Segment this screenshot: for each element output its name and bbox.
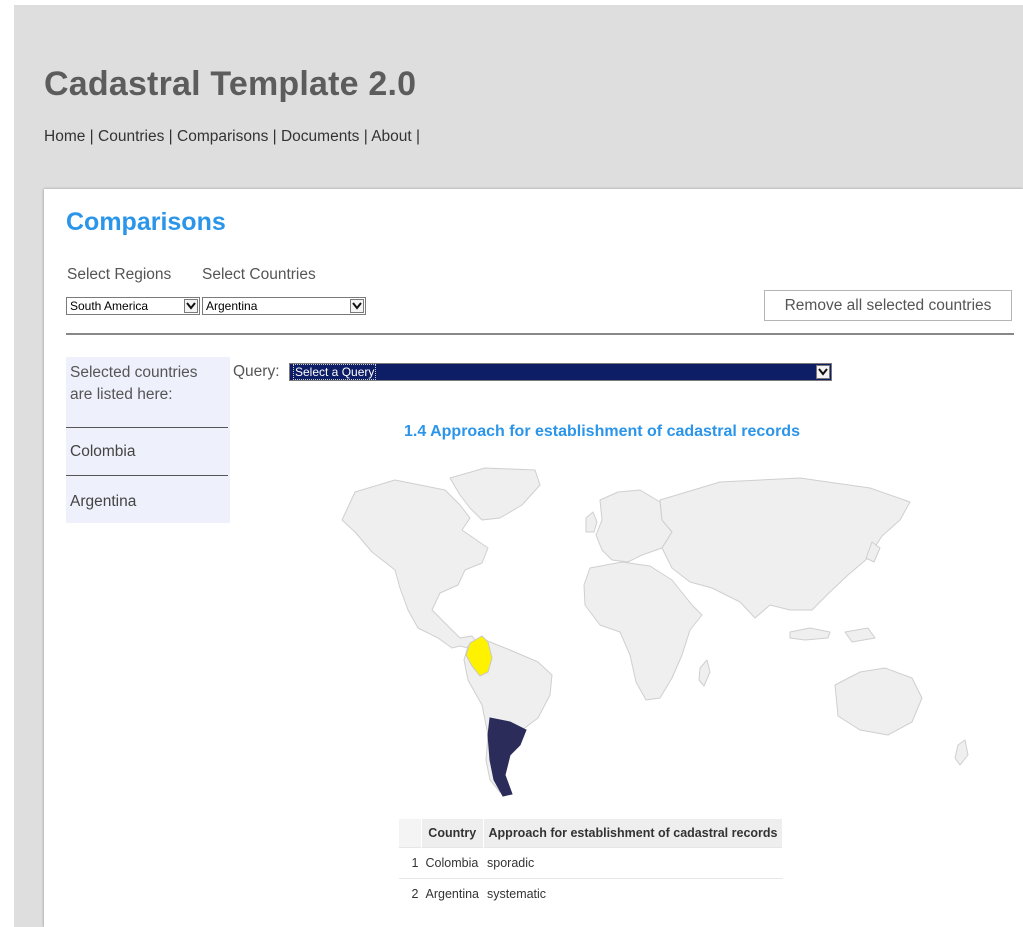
row-index: 1 [399,847,422,879]
map-madagascar [698,659,711,687]
table-header-country: Country [421,819,484,848]
world-map [341,467,969,797]
region-select[interactable]: South America [66,297,200,315]
nav-about[interactable]: About [371,128,412,145]
chevron-down-icon [184,299,198,313]
page-title: Comparisons [66,208,226,236]
chevron-down-icon [816,365,830,379]
region-select-value: South America [70,299,149,313]
results-table: Country Approach for establishment of ca… [399,819,784,909]
nav-documents[interactable]: Documents [281,128,359,145]
chart-title: 1.4 Approach for establishment of cadast… [404,423,800,440]
map-indonesia [789,627,831,641]
country-select[interactable]: Argentina [202,297,366,315]
selected-country-item[interactable]: Argentina [70,493,136,511]
selected-countries-heading-line2: are listed here: [70,386,173,403]
map-new-guinea [844,627,876,643]
map-africa [583,561,703,701]
nav-separator: | [272,128,281,145]
nav-separator: | [416,128,421,145]
table-header-index [399,819,422,848]
row-approach: sporadic [483,847,783,879]
query-select-value: Select a Query [292,364,377,380]
select-countries-label: Select Countries [202,266,316,283]
select-regions-label: Select Regions [67,266,172,283]
site-title: Cadastral Template 2.0 [44,65,417,103]
map-australia [834,667,923,736]
nav-countries[interactable]: Countries [98,128,164,145]
divider [66,333,1014,335]
sidebar-divider [66,475,228,476]
map-north-america [341,479,489,649]
country-select-value: Argentina [206,299,258,313]
nav-separator: | [168,128,178,145]
nav-comparisons[interactable]: Comparisons [177,128,268,145]
chevron-down-icon [350,299,364,313]
table-header-row: Country Approach for establishment of ca… [399,819,784,848]
table-header-approach: Approach for establishment of cadastral … [483,819,784,848]
nav-home[interactable]: Home [44,128,85,145]
table-row: 1 Colombia sporadic [399,847,783,879]
row-approach: systematic [483,878,783,909]
row-country: Colombia [421,847,484,879]
selected-countries-heading: Selected countries are listed here: [70,362,198,406]
row-country: Argentina [421,878,484,909]
nav-separator: | [89,128,99,145]
row-index: 2 [399,878,422,909]
main-nav: Home | Countries | Comparisons | Documen… [44,128,420,146]
sidebar-divider [66,427,228,428]
query-label: Query: [233,363,280,380]
map-uk [585,511,598,533]
table-row: 2 Argentina systematic [399,878,783,909]
remove-all-countries-button[interactable]: Remove all selected countries [764,290,1012,321]
selected-country-item[interactable]: Colombia [70,443,135,461]
map-new-zealand [954,739,969,766]
query-select[interactable]: Select a Query [289,363,832,381]
selected-countries-heading-line1: Selected countries [70,364,198,381]
